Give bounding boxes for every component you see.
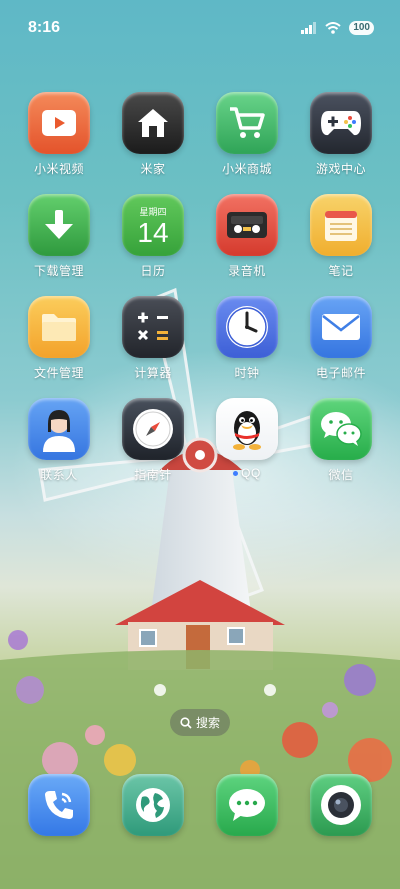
calendar-icon: 星期四 14: [122, 194, 184, 256]
dock-browser[interactable]: [107, 774, 199, 836]
calendar-day: 14: [137, 216, 169, 248]
app-clock[interactable]: 时钟: [201, 296, 293, 381]
status-icons: 100: [301, 21, 374, 35]
app-label: 文件管理: [33, 366, 84, 380]
dock-phone[interactable]: [13, 774, 105, 836]
app-label: 小米视频: [33, 162, 84, 176]
search-icon: [180, 716, 192, 729]
clock-icon: [216, 296, 278, 358]
camera-icon: [310, 774, 372, 836]
app-email[interactable]: 电子邮件: [295, 296, 387, 381]
qq-penguin-icon: [216, 398, 278, 460]
status-time: 8:16: [28, 19, 61, 36]
app-label: 电子邮件: [315, 366, 366, 380]
app-wechat[interactable]: 微信: [295, 398, 387, 483]
home-search-button[interactable]: 搜索: [170, 709, 230, 736]
mail-icon: [310, 296, 372, 358]
app-calendar[interactable]: 星期四 14 日历: [107, 194, 199, 279]
app-label: QQ: [241, 466, 261, 480]
app-compass[interactable]: 指南针: [107, 398, 199, 483]
app-game-center[interactable]: 游戏中心: [295, 92, 387, 177]
status-bar: 8:16 100: [0, 0, 400, 56]
app-label: 游戏中心: [315, 162, 366, 176]
app-label: 微信: [328, 468, 354, 482]
search-label: 搜索: [195, 716, 220, 730]
app-label: 日历: [140, 264, 166, 278]
signal-icon: [301, 22, 317, 34]
app-calculator[interactable]: 计算器: [107, 296, 199, 381]
gamepad-icon: [310, 92, 372, 154]
wechat-icon: [310, 398, 372, 460]
notes-icon: [310, 194, 372, 256]
browser-globe-icon: [122, 774, 184, 836]
app-downloads[interactable]: 下载管理: [13, 194, 105, 279]
home-icon: [122, 92, 184, 154]
app-label: 录音机: [228, 264, 266, 278]
folder-icon: [28, 296, 90, 358]
dock-camera[interactable]: [295, 774, 387, 836]
app-label: 指南针: [134, 468, 172, 482]
app-label: 笔记: [328, 264, 354, 278]
messages-icon: [216, 774, 278, 836]
battery-indicator: 100: [349, 21, 374, 35]
recorder-icon: [216, 194, 278, 256]
app-qq[interactable]: QQ: [201, 398, 293, 480]
app-label: 计算器: [134, 366, 172, 380]
download-arrow-icon: [28, 194, 90, 256]
app-file-manager[interactable]: 文件管理: [13, 296, 105, 381]
app-label: 米家: [140, 162, 166, 176]
shopping-cart-icon: [216, 92, 278, 154]
app-label: 联系人: [40, 468, 78, 482]
wifi-icon: [325, 22, 341, 34]
new-badge-dot: [233, 471, 239, 477]
app-label: 时钟: [234, 366, 260, 380]
app-label: 下载管理: [33, 264, 84, 278]
app-mi-video[interactable]: 小米视频: [13, 92, 105, 177]
dock-messages[interactable]: [201, 774, 293, 836]
app-mi-store[interactable]: 小米商城: [201, 92, 293, 177]
app-mijia[interactable]: 米家: [107, 92, 199, 177]
app-notes[interactable]: 笔记: [295, 194, 387, 279]
app-contacts[interactable]: 联系人: [13, 398, 105, 483]
phone-icon: [28, 774, 90, 836]
app-label-qq: QQ: [201, 466, 293, 480]
compass-icon: [122, 398, 184, 460]
app-recorder[interactable]: 录音机: [201, 194, 293, 279]
play-video-icon: [28, 92, 90, 154]
app-label: 小米商城: [221, 162, 272, 176]
calendar-weekday: 星期四: [139, 206, 167, 217]
calculator-icon: [122, 296, 184, 358]
contact-person-icon: [28, 398, 90, 460]
